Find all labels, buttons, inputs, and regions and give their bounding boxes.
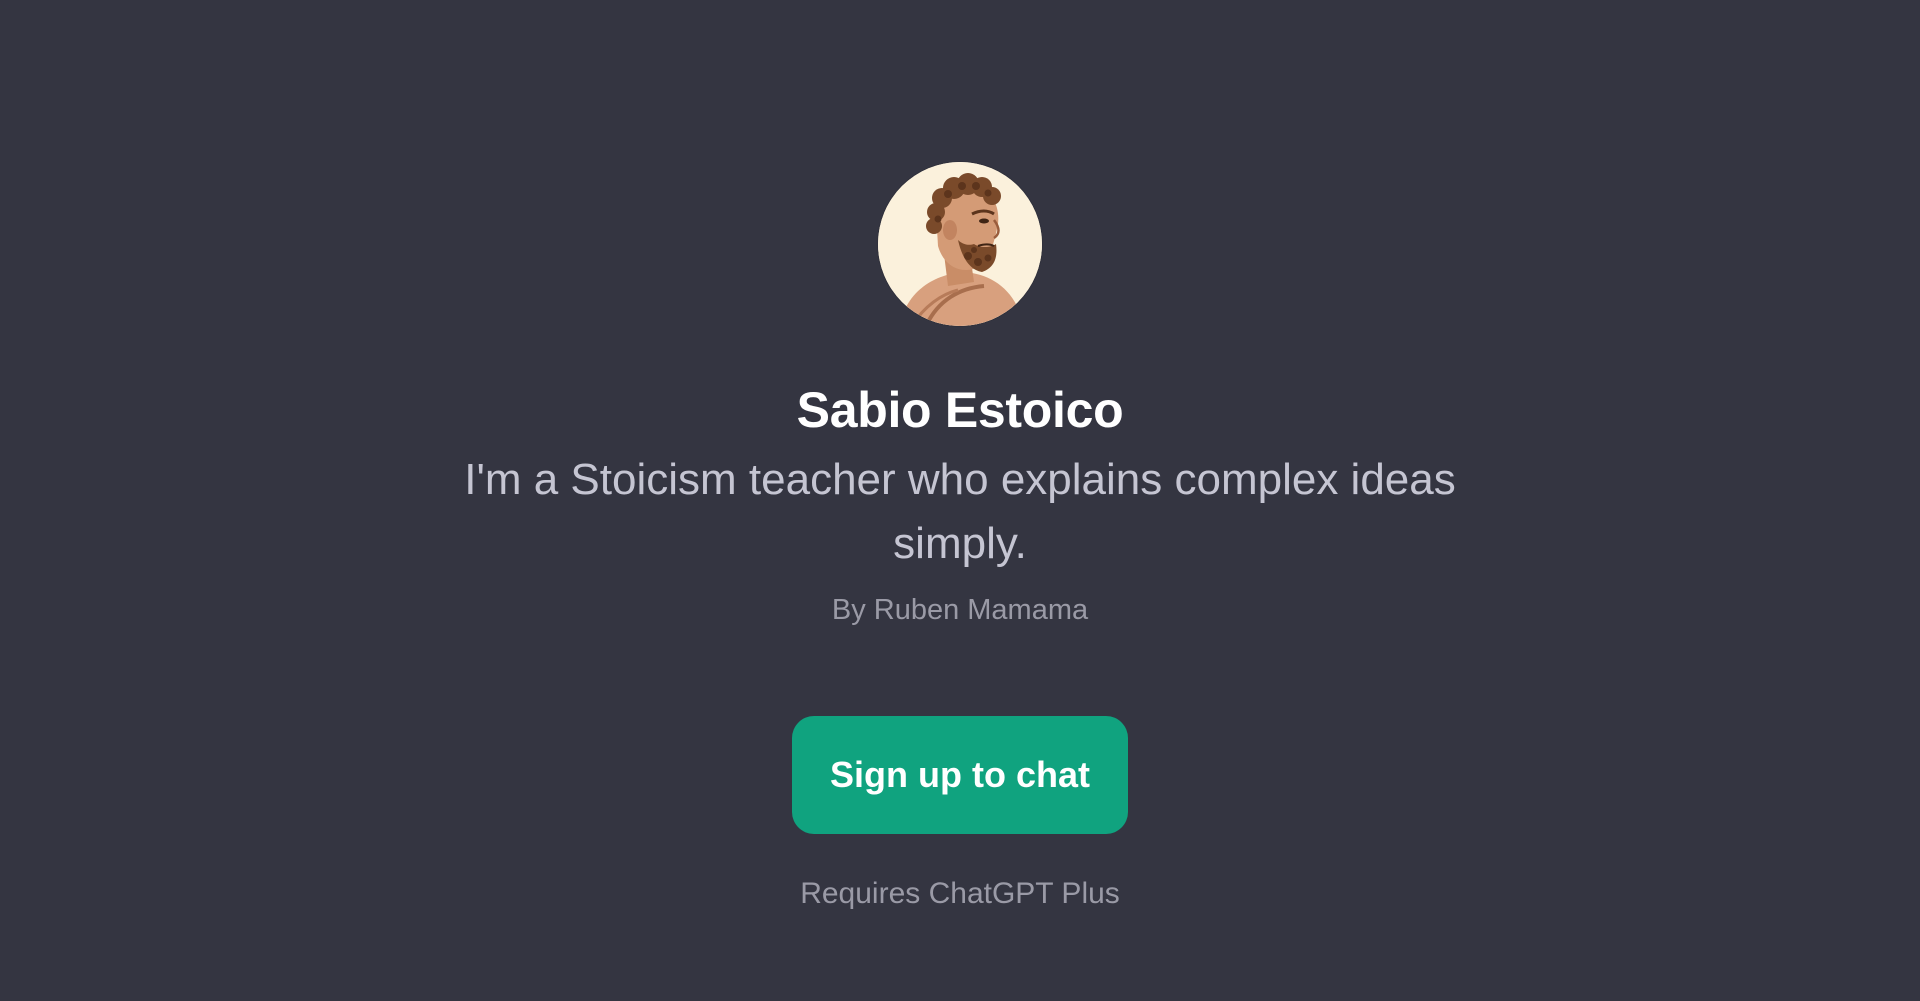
plan-requirement-text: Requires ChatGPT Plus: [800, 877, 1120, 910]
gpt-description: I'm a Stoicism teacher who explains comp…: [464, 455, 1456, 568]
gpt-landing-page: Sabio Estoico I'm a Stoicism teacher who…: [0, 0, 1920, 1001]
sign-up-to-chat-button[interactable]: Sign up to chat: [792, 716, 1128, 834]
gpt-author: By Ruben Mamama: [831, 594, 1089, 626]
gpt-title: Sabio Estoico: [796, 382, 1124, 438]
stoic-philosopher-bust-icon: [878, 162, 1042, 326]
gpt-avatar: [878, 162, 1042, 326]
gpt-profile: Sabio Estoico I'm a Stoicism teacher who…: [0, 0, 1920, 914]
